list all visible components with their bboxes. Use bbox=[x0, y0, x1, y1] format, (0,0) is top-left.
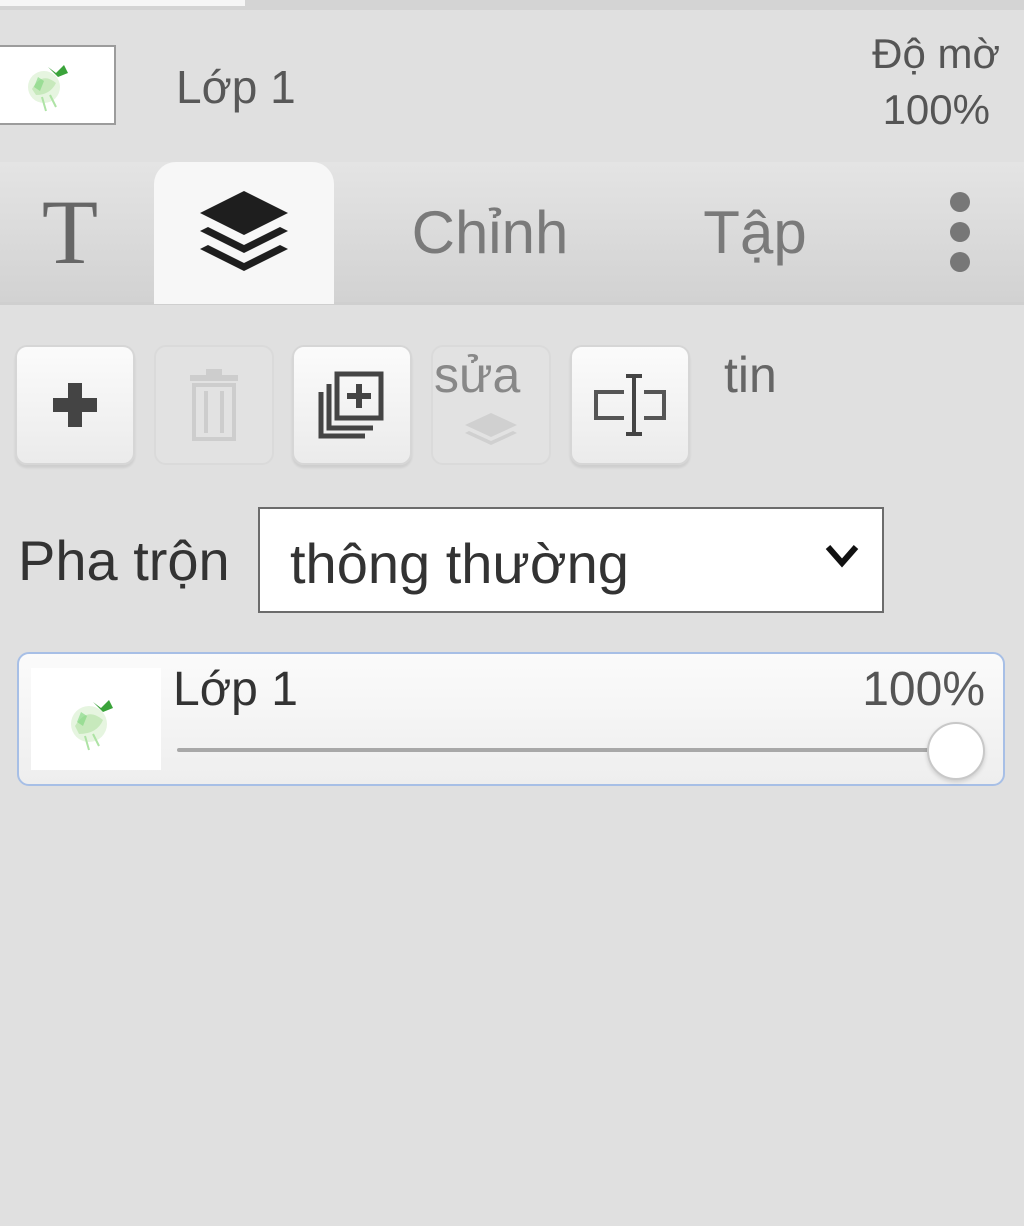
duplicate-icon bbox=[318, 371, 384, 439]
thumbnail-image-icon bbox=[28, 65, 68, 112]
chevron-down-icon bbox=[825, 545, 859, 568]
opacity-label: Độ mờ bbox=[872, 30, 1000, 77]
more-vertical-icon[interactable] bbox=[930, 162, 990, 302]
text-icon: T bbox=[41, 181, 99, 283]
current-layer-thumbnail[interactable] bbox=[0, 45, 116, 125]
top-strip-highlight bbox=[0, 0, 245, 6]
plus-icon bbox=[53, 383, 97, 427]
tab-layers[interactable] bbox=[154, 162, 334, 304]
layer-list-item[interactable]: Lớp 1 100% bbox=[17, 652, 1005, 786]
add-layer-button[interactable] bbox=[15, 345, 135, 465]
layer-thumbnail bbox=[31, 668, 161, 770]
tab-adjust-label: Chỉnh bbox=[411, 198, 569, 266]
rename-icon bbox=[594, 374, 666, 436]
layers-icon bbox=[200, 191, 288, 271]
blend-mode-select[interactable]: thông thường bbox=[258, 507, 884, 613]
tab-adjust[interactable]: Chỉnh bbox=[400, 162, 580, 302]
layer-name: Lớp 1 bbox=[173, 663, 298, 716]
delete-layer-button[interactable] bbox=[154, 345, 274, 465]
edit-label: sửa bbox=[434, 347, 521, 403]
current-layer-name: Lớp 1 bbox=[176, 61, 296, 113]
opacity-value: 100% bbox=[882, 86, 990, 133]
layer-opacity-value: 100% bbox=[862, 663, 985, 716]
tab-collection-label: Tập bbox=[703, 198, 807, 266]
layer-opacity-slider-track[interactable] bbox=[177, 748, 967, 752]
info-label: tin bbox=[724, 347, 777, 403]
rename-layer-button[interactable] bbox=[570, 345, 690, 465]
merge-layers-icon bbox=[465, 413, 517, 445]
thumbnail-image-icon bbox=[71, 700, 113, 751]
duplicate-layer-button[interactable] bbox=[292, 345, 412, 465]
tab-text[interactable]: T bbox=[20, 162, 120, 302]
tab-collection[interactable]: Tập bbox=[690, 162, 820, 302]
layer-opacity-slider-handle[interactable] bbox=[927, 722, 985, 780]
trash-icon bbox=[190, 369, 238, 441]
blend-mode-label: Pha trộn bbox=[18, 529, 230, 592]
blend-mode-value: thông thường bbox=[290, 532, 629, 595]
